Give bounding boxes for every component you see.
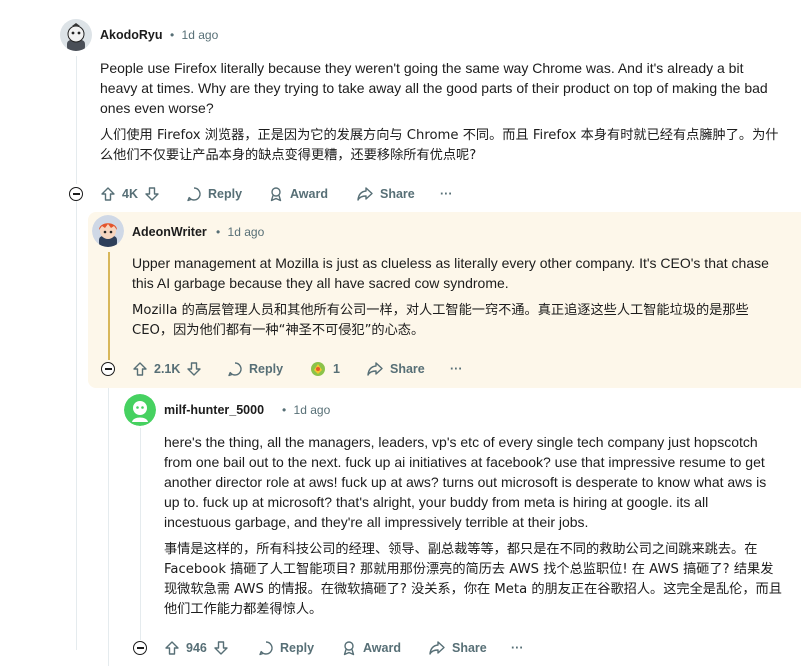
- upvote-icon[interactable]: [132, 361, 148, 377]
- share-label: Share: [452, 641, 487, 655]
- award-button[interactable]: 1: [309, 357, 340, 381]
- vote-group: 946: [164, 636, 229, 660]
- timestamp[interactable]: 1d ago: [228, 225, 265, 239]
- avatar[interactable]: [124, 394, 156, 426]
- separator-dot: •: [216, 225, 221, 239]
- username[interactable]: AkodoRyu: [100, 28, 163, 42]
- share-button[interactable]: Share: [366, 357, 425, 381]
- timestamp[interactable]: 1d ago: [182, 28, 219, 42]
- upvote-icon[interactable]: [100, 186, 116, 202]
- highlight-bar: [108, 252, 110, 360]
- share-button[interactable]: Share: [356, 182, 415, 206]
- more-options-button[interactable]: ···: [450, 357, 463, 381]
- comment-text-en: Upper management at Mozilla is just as c…: [132, 255, 769, 291]
- downvote-icon[interactable]: [144, 186, 160, 202]
- award-badge-icon: [309, 360, 327, 378]
- comment-text-zh: Mozilla 的高层管理人员和其他所有公司一样，对人工智能一窍不通。真正追逐这…: [132, 303, 749, 338]
- reply-label: Reply: [208, 187, 243, 201]
- thread-connector-2: [108, 376, 109, 666]
- upvote-icon[interactable]: [164, 640, 180, 656]
- reply-label: Reply: [280, 641, 315, 655]
- share-icon: [428, 640, 446, 656]
- username[interactable]: milf-hunter_5000: [164, 403, 264, 417]
- award-button[interactable]: Award: [268, 182, 328, 206]
- reply-icon: [227, 361, 243, 377]
- comment-text-en: here's the thing, all the managers, lead…: [164, 434, 767, 530]
- more-icon: ···: [511, 641, 524, 655]
- reply-button[interactable]: Reply: [258, 636, 314, 660]
- vote-count: 946: [186, 641, 207, 655]
- downvote-icon[interactable]: [186, 361, 202, 377]
- award-icon: [268, 186, 284, 202]
- vote-count: 2.1K: [154, 362, 181, 376]
- username[interactable]: AdeonWriter: [132, 225, 207, 239]
- reply-button[interactable]: Reply: [227, 357, 283, 381]
- vote-count: 4K: [122, 187, 138, 201]
- collapse-button[interactable]: [69, 187, 83, 201]
- reply-button[interactable]: Reply: [186, 182, 242, 206]
- thread-connector-1: [76, 200, 77, 650]
- more-options-button[interactable]: ···: [440, 182, 453, 206]
- comment-meta: • 1d ago: [170, 28, 218, 42]
- collapse-button[interactable]: [133, 641, 147, 655]
- reply-icon: [258, 640, 274, 656]
- comment-text-zh: 人们使用 Firefox 浏览器，正是因为它的发展方向与 Chrome 不同。而…: [100, 128, 779, 163]
- award-label: Award: [290, 187, 328, 201]
- award-button[interactable]: Award: [341, 636, 401, 660]
- share-label: Share: [380, 187, 415, 201]
- vote-group: 2.1K: [132, 357, 202, 381]
- share-label: Share: [390, 362, 425, 376]
- award-count: 1: [333, 362, 340, 376]
- share-icon: [366, 361, 384, 377]
- more-options-button[interactable]: ···: [511, 636, 524, 660]
- avatar[interactable]: [92, 215, 124, 247]
- comment-text-en: People use Firefox literally because the…: [100, 60, 768, 116]
- timestamp[interactable]: 1d ago: [294, 403, 331, 417]
- share-icon: [356, 186, 374, 202]
- more-icon: ···: [450, 362, 463, 376]
- avatar[interactable]: [60, 19, 92, 51]
- more-icon: ···: [440, 187, 453, 201]
- reply-label: Reply: [249, 362, 284, 376]
- comment-meta: • 1d ago: [216, 225, 264, 239]
- reply-icon: [186, 186, 202, 202]
- separator-dot: •: [282, 403, 287, 417]
- share-button[interactable]: Share: [428, 636, 487, 660]
- vote-group: 4K: [100, 182, 160, 206]
- award-icon: [341, 640, 357, 656]
- downvote-icon[interactable]: [213, 640, 229, 656]
- thread-line-root: [76, 56, 77, 184]
- separator-dot: •: [170, 28, 175, 42]
- comment-meta: • 1d ago: [282, 403, 330, 417]
- thread-line-level2: [140, 428, 141, 640]
- award-label: Award: [363, 641, 401, 655]
- comment-text-zh: 事情是这样的，所有科技公司的经理、领导、副总裁等等，都只是在不同的救助公司之间跳…: [164, 542, 782, 617]
- collapse-button[interactable]: [101, 362, 115, 376]
